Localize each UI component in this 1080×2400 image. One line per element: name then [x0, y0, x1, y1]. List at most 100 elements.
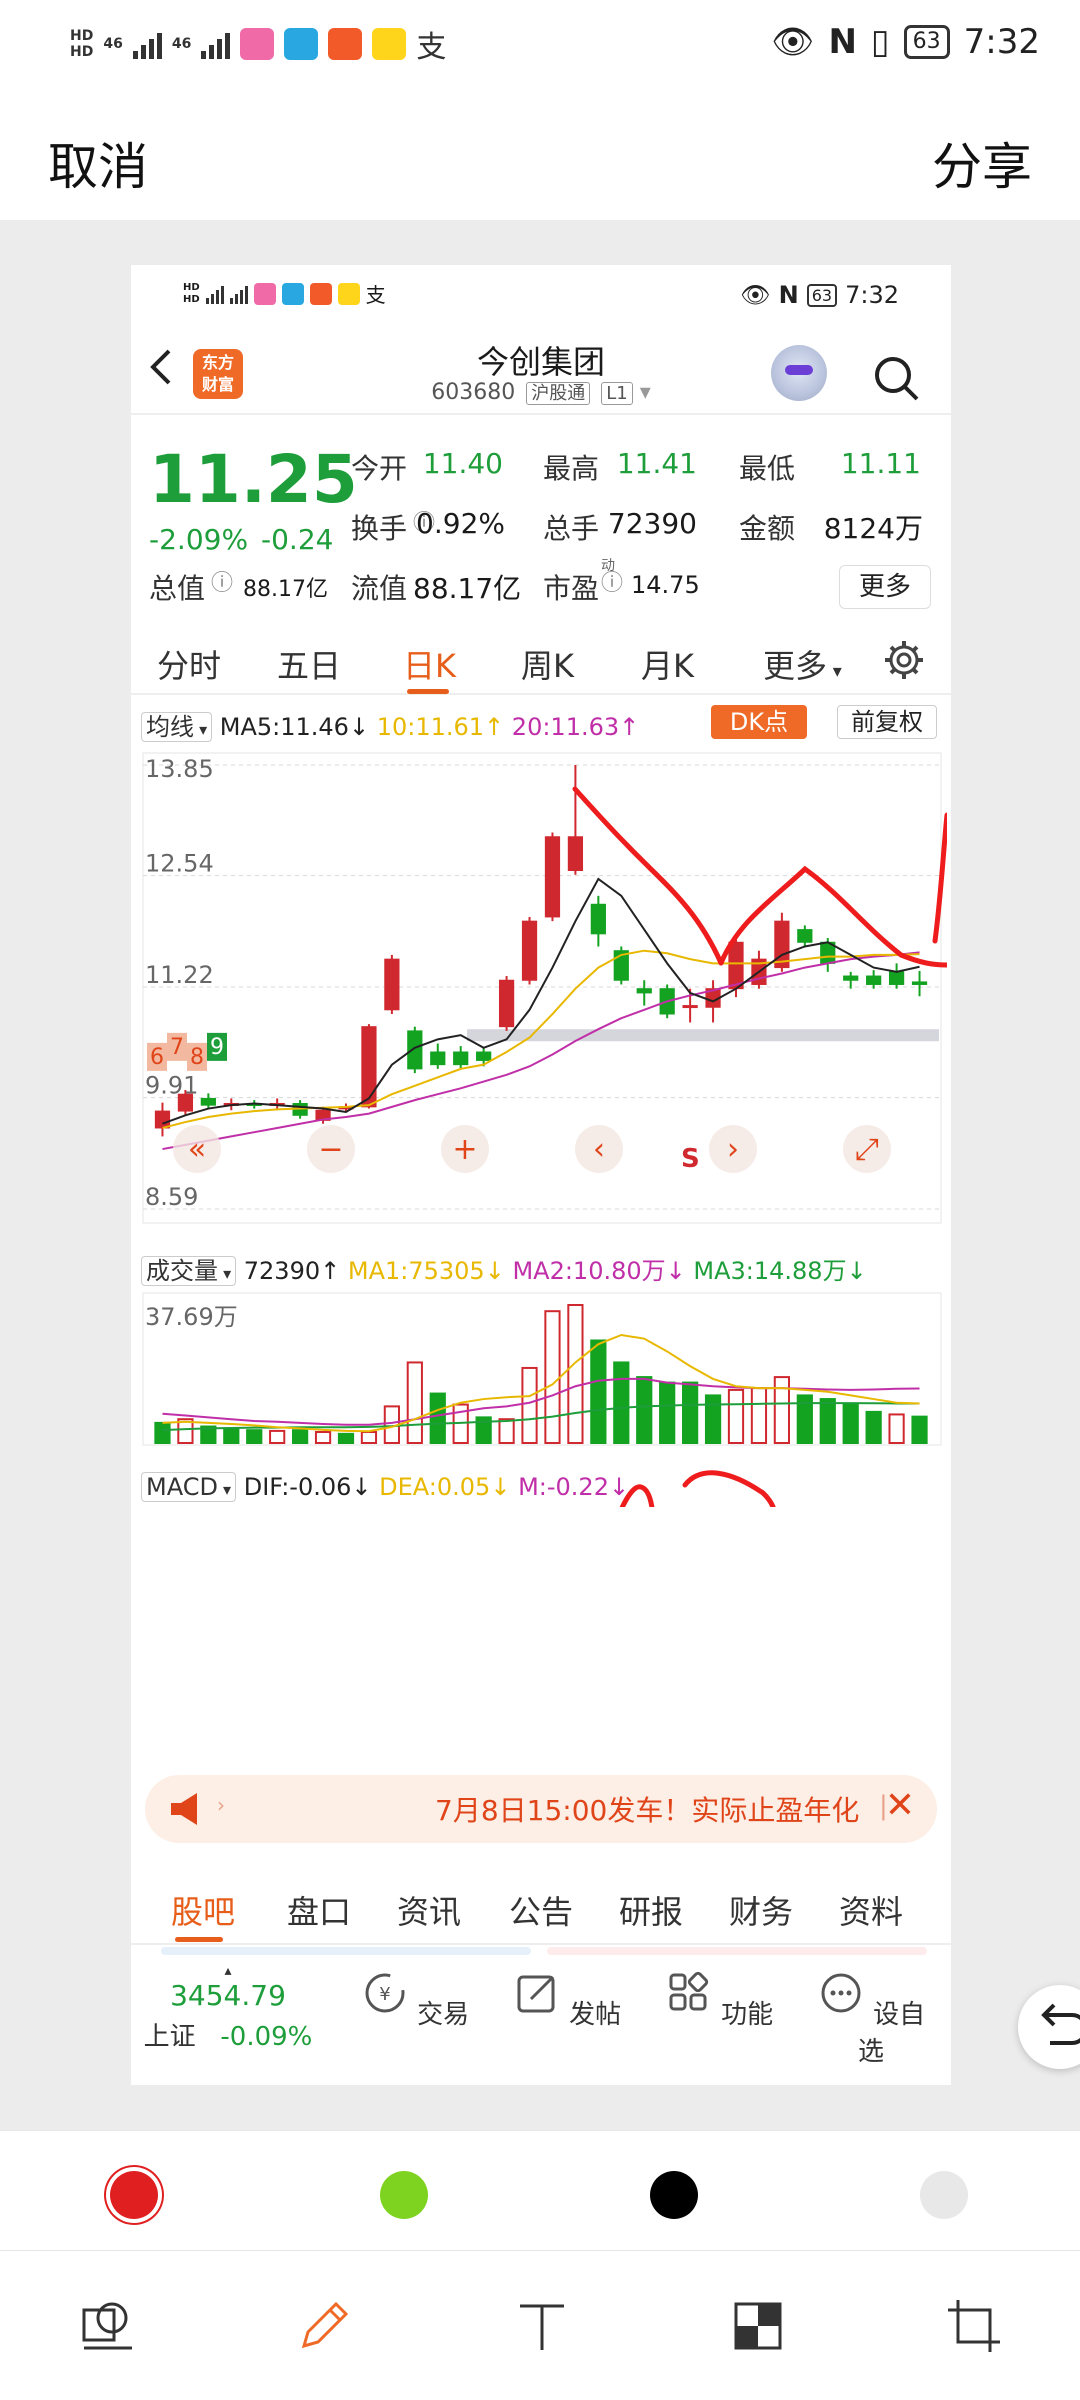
volume-bar [636, 1376, 653, 1445]
stock-code: 603680 [431, 380, 516, 405]
pencil-icon[interactable] [294, 2296, 354, 2356]
inner-battery: 63 [806, 283, 838, 307]
volume-bar [682, 1381, 699, 1445]
macd-dea: DEA:0.05↓ [379, 1473, 511, 1501]
candle-body [407, 1030, 423, 1070]
volume-value: 72390 [607, 507, 697, 540]
tab-profile[interactable]: 资料 [839, 1887, 903, 1933]
edit-toolbar [0, 2250, 1080, 2400]
screenshot-preview[interactable]: HD HD 支 👁 N 63 7:32 东方财富 今创集团 603680 沪股通 … [131, 265, 951, 2085]
adjust-button[interactable]: 前复权 [837, 705, 937, 739]
tab-day-k[interactable]: 日K [403, 641, 456, 687]
stock-code-line: 603680 沪股通 L1 ▾ [131, 379, 951, 405]
tab-finance[interactable]: 财务 [729, 1887, 793, 1933]
tab-pankou[interactable]: 盘口 [287, 1887, 351, 1933]
tab-research[interactable]: 研报 [619, 1887, 683, 1933]
pe-info-icon[interactable]: ⓘ [601, 565, 623, 597]
candle-body [361, 1026, 377, 1108]
chevron-down-icon[interactable]: ▾ [640, 380, 651, 405]
volume-bar [360, 1431, 378, 1444]
tab-week-k[interactable]: 周K [521, 641, 574, 687]
float-label: 流值 [351, 572, 408, 605]
status-time: 7:32 [963, 22, 1040, 62]
tab-minute[interactable]: 分时 [157, 641, 221, 687]
ma20-line [162, 951, 920, 1151]
undo-arrow-icon [1041, 2003, 1080, 2045]
chart-nav-icon: + [452, 1132, 477, 1167]
tab-announce[interactable]: 公告 [509, 1887, 573, 1933]
tab-month-k[interactable]: 月K [641, 641, 694, 687]
vol-ma2: MA2:10.80万↓ [512, 1257, 686, 1285]
tab-news[interactable]: 资讯 [397, 1887, 461, 1933]
inner-shop-app-icon [309, 282, 332, 305]
candle-body [200, 1097, 216, 1106]
color-white-swatch[interactable] [920, 2171, 968, 2219]
color-black-swatch[interactable] [650, 2171, 698, 2219]
chart-nav-icon: « [188, 1132, 206, 1167]
volume-bar [727, 1388, 745, 1445]
candle-body [728, 941, 744, 990]
chart-nav-icon: ‹ [593, 1132, 605, 1167]
banner-arrow-icon: › [217, 1793, 225, 1817]
dk-point-button[interactable]: DK点 [711, 705, 807, 739]
assistant-robot-icon[interactable] [771, 345, 827, 401]
nav-functions[interactable]: 功能 [659, 1969, 779, 2031]
volume-bar [498, 1418, 515, 1444]
gear-icon[interactable] [883, 639, 925, 681]
game-app-icon [372, 28, 407, 60]
volume-bar [292, 1429, 309, 1445]
low-label: 最低 [739, 452, 796, 485]
inner-signal-icon-2 [229, 284, 248, 304]
open-label: 今开 [351, 452, 408, 485]
color-green-swatch[interactable] [380, 2171, 428, 2219]
crop-icon[interactable] [944, 2296, 1004, 2356]
cancel-button[interactable]: 取消 [48, 127, 148, 199]
float-value: 88.17亿 [413, 572, 522, 605]
inner-time: 7:32 [845, 281, 899, 309]
search-icon[interactable] [871, 353, 921, 403]
nav-post[interactable]: 发帖 [507, 1969, 627, 2031]
more-quote-button[interactable]: 更多 [839, 565, 931, 609]
candle-body [797, 929, 813, 943]
index-value: 3454.79 [170, 1979, 286, 2012]
signal-icon-2 [201, 29, 231, 59]
volume-selector[interactable]: 成交量 ▾ [141, 1256, 237, 1286]
candle-body [888, 971, 905, 985]
volume-bar [911, 1415, 928, 1445]
marker-label: 9 [210, 1035, 224, 1060]
more-dots-icon [821, 1973, 861, 2013]
return-button[interactable] [1018, 1985, 1080, 2069]
volume-bar [613, 1361, 630, 1444]
macd-selector[interactable]: MACD ▾ [141, 1472, 237, 1502]
tab-more[interactable]: 更多 ▾ [763, 641, 842, 687]
index-widget[interactable]: ▴ 3454.79 上证 -0.09% [143, 1963, 313, 2053]
volume-bar [521, 1366, 538, 1445]
shapes-icon[interactable] [78, 2296, 138, 2356]
kline-chart[interactable]: 13.8512.5411.229.918.596 7 8 9S« − + ‹ › ⤢37.69万… [141, 745, 947, 1507]
volume-bar [888, 1413, 905, 1444]
mktcap-info-icon[interactable]: ⓘ [211, 565, 233, 597]
nav-add-watchlist[interactable]: 设自选 [811, 1969, 931, 2068]
text-icon[interactable] [512, 2296, 572, 2356]
volume-bar [314, 1431, 332, 1444]
tab-guba[interactable]: 股吧 [171, 1887, 235, 1933]
volume-bar [750, 1387, 768, 1444]
amount-value: 8124万 [823, 512, 923, 545]
macd-dif: DIF:-0.06↓ [243, 1473, 372, 1501]
ma-selector[interactable]: 均线 ▾ [141, 712, 213, 742]
red-annotation-stroke [682, 1470, 776, 1507]
signal-label: S [681, 1144, 700, 1174]
promo-banner[interactable]: › 7月8日15:00发车！实际止盈年化 | ✕ [145, 1775, 937, 1843]
caret-up-icon: ▴ [224, 1963, 232, 1979]
nav-trade[interactable]: ¥ 交易 [355, 1969, 475, 2031]
close-icon[interactable]: ✕ [885, 1785, 915, 1826]
volume-bar [819, 1398, 836, 1445]
macd-m: M:-0.22↓ [518, 1473, 630, 1501]
volume-bar [842, 1403, 859, 1445]
candle-body [154, 1110, 171, 1129]
tab-five-day[interactable]: 五日 [277, 641, 341, 687]
share-button[interactable]: 分享 [932, 127, 1032, 199]
mosaic-icon[interactable] [728, 2296, 788, 2356]
editor-header: 取消 分享 [0, 95, 1080, 220]
color-red-swatch[interactable] [110, 2171, 158, 2219]
